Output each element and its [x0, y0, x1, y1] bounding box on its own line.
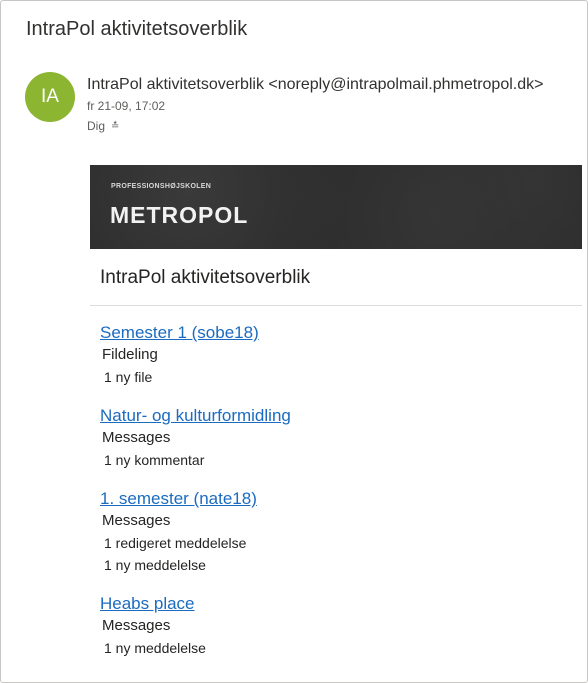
activity-group: 1. semester (nate18) Messages 1 redigere… — [100, 487, 570, 576]
activity-group: Heabs place Messages 1 ny meddelelse — [100, 592, 570, 659]
recipient-line: Dig ≛ — [87, 119, 119, 133]
sent-date: fr 21-09, 17:02 — [87, 99, 166, 113]
activity-item: 1 ny meddelelse — [104, 557, 206, 573]
email-subject: IntraPol aktivitetsoverblik — [26, 18, 248, 40]
activity-item: 1 ny kommentar — [104, 452, 205, 468]
activity-list: Semester 1 (sobe18) Fildeling 1 ny file … — [100, 321, 570, 675]
activity-category: Messages — [102, 617, 171, 634]
course-link[interactable]: Heabs place — [100, 592, 570, 615]
activity-group: Natur- og kulturformidling Messages 1 ny… — [100, 404, 570, 471]
email-window: IntraPol aktivitetsoverblik IA IntraPol … — [0, 0, 588, 683]
banner-subtitle: PROFESSIONSHØJSKOLEN — [111, 183, 212, 190]
activity-group: Semester 1 (sobe18) Fildeling 1 ny file — [100, 321, 570, 388]
recipient-label: Dig — [87, 119, 106, 133]
double-chevron-down-icon[interactable]: ≛ — [111, 121, 119, 132]
activity-item: 1 ny meddelelse — [104, 640, 206, 656]
activity-item: 1 ny file — [104, 369, 153, 385]
metropol-logo: METROPOL — [110, 202, 249, 228]
body-title: IntraPol aktivitetsoverblik — [100, 267, 311, 288]
sender-line[interactable]: IntraPol aktivitetsoverblik <noreply@int… — [87, 76, 543, 94]
course-link[interactable]: Natur- og kulturformidling — [100, 404, 570, 427]
activity-category: Fildeling — [102, 346, 158, 363]
metropol-banner: PROFESSIONSHØJSKOLEN METROPOL — [90, 165, 582, 249]
activity-item: 1 redigeret meddelelse — [104, 535, 247, 551]
sender-avatar[interactable]: IA — [25, 72, 75, 122]
divider — [90, 305, 582, 306]
activity-category: Messages — [102, 512, 171, 529]
course-link[interactable]: Semester 1 (sobe18) — [100, 321, 570, 344]
course-link[interactable]: 1. semester (nate18) — [100, 487, 570, 510]
activity-category: Messages — [102, 429, 171, 446]
